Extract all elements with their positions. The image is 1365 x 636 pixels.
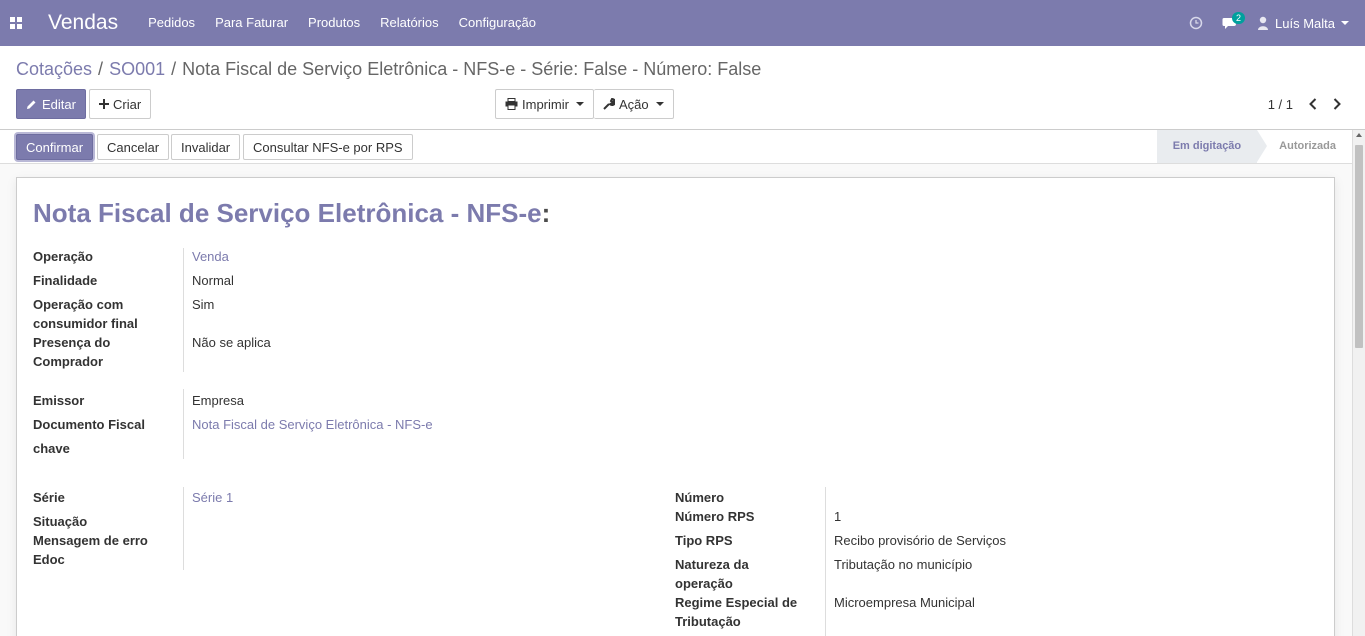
field-finalidade: Normal	[192, 273, 234, 288]
pager: 1 / 1	[1268, 89, 1349, 119]
label-consumidor-final-line1: Operação com	[33, 297, 124, 312]
chevron-down-icon	[1341, 21, 1349, 25]
menu-item-para-faturar[interactable]: Para Faturar	[205, 0, 298, 46]
label-operacao: Operação	[33, 249, 93, 264]
menu-item-pedidos[interactable]: Pedidos	[138, 0, 205, 46]
chevron-right-icon[interactable]	[1325, 89, 1349, 119]
user-icon	[1258, 16, 1269, 30]
pager-value[interactable]: 1 / 1	[1268, 97, 1293, 112]
field-tipo-rps: Recibo provisório de Serviços	[834, 533, 1006, 548]
group-divider	[183, 389, 184, 459]
edit-button-label: Editar	[42, 96, 76, 112]
statusbar: Em digitação Autorizada	[1156, 130, 1352, 163]
label-tipo-rps: Tipo RPS	[675, 533, 733, 548]
menu-item-produtos[interactable]: Produtos	[298, 0, 370, 46]
group-divider	[825, 487, 826, 636]
print-dropdown[interactable]: Imprimir	[495, 89, 594, 119]
label-presenca-line2: Comprador	[33, 354, 104, 369]
label-natureza-line1: Natureza da	[675, 557, 749, 572]
breadcrumb: Cotações / SO001/Nota Fiscal de Serviço El…	[16, 59, 761, 80]
app-name[interactable]: Vendas	[32, 11, 134, 35]
field-natureza-operacao: Tributação no município	[834, 557, 973, 572]
control-panel: Cotações / SO001/Nota Fiscal de Serviço El…	[0, 46, 1365, 130]
menu-item-configuracao[interactable]: Configuração	[449, 0, 546, 46]
chat-icon[interactable]: 2	[1213, 0, 1247, 46]
user-name: Luís Malta	[1275, 15, 1335, 31]
group-divider	[183, 248, 184, 372]
sidebar-actions: Imprimir Ação	[495, 89, 674, 119]
apps-icon[interactable]	[0, 0, 32, 46]
create-button[interactable]: Criar	[89, 89, 152, 119]
label-presenca-line1: Presença do	[33, 335, 111, 350]
label-numero: Número	[675, 490, 725, 505]
breadcrumb-current: Nota Fiscal de Serviço Eletrônica - NFS-…	[182, 59, 762, 79]
action-label: Ação	[618, 96, 649, 112]
field-emissor: Empresa	[192, 393, 245, 408]
invalidate-button[interactable]: Invalidar	[171, 134, 241, 160]
group-divider	[183, 487, 184, 570]
action-dropdown[interactable]: Ação	[593, 89, 674, 119]
breadcrumb-so001[interactable]: SO001	[109, 59, 165, 79]
breadcrumb-separator: /	[98, 59, 104, 79]
navbar-systray: 2 Luís Malta	[1179, 0, 1365, 46]
form-header: Confirmar Cancelar Invalidar Consultar N…	[0, 130, 1352, 164]
plus-icon	[99, 99, 109, 109]
form-sheet: Nota Fiscal de Serviço Eletrônica - NFS-…	[16, 177, 1335, 636]
label-regime-line1: Regime Especial de	[675, 595, 798, 610]
chevron-down-icon	[575, 102, 584, 106]
field-documento-fiscal[interactable]: Nota Fiscal de Serviço Eletrônica - NFS-…	[192, 415, 433, 434]
field-regime-especial: Microempresa Municipal	[834, 595, 975, 610]
label-finalidade: Finalidade	[33, 273, 98, 288]
stage-autorizada[interactable]: Autorizada	[1257, 130, 1352, 163]
messages-badge: 2	[1232, 12, 1246, 24]
label-emissor: Emissor	[33, 393, 85, 408]
label-consumidor-final-line2: consumidor final	[33, 316, 138, 331]
query-nfse-rps-button[interactable]: Consultar NFS-e por RPS	[243, 134, 413, 160]
scrollbar-thumb[interactable]	[1355, 145, 1363, 348]
stage-em-digitacao[interactable]: Em digitação	[1156, 130, 1268, 163]
title-suffix: :	[541, 198, 551, 228]
field-numero-rps: 1	[834, 509, 842, 524]
page-title: Nota Fiscal de Serviço Eletrônica - NFS-…	[33, 198, 550, 229]
field-serie[interactable]: Série 1	[192, 488, 233, 507]
create-button-label: Criar	[113, 96, 142, 112]
label-natureza-line2: operação	[675, 576, 733, 591]
breadcrumb-cotacoes[interactable]: Cotações	[16, 59, 92, 79]
menu-item-relatorios[interactable]: Relatórios	[370, 0, 449, 46]
edit-button[interactable]: Editar	[16, 89, 86, 119]
clock-icon[interactable]	[1179, 0, 1213, 46]
field-presenca: Não se aplica	[192, 335, 271, 350]
field-consumidor-final: Sim	[192, 297, 215, 312]
label-situacao: Situação	[33, 514, 88, 529]
label-serie: Série	[33, 490, 65, 505]
print-label: Imprimir	[522, 96, 569, 112]
print-icon	[505, 98, 518, 110]
field-operacao[interactable]: Venda	[192, 247, 229, 266]
chevron-left-icon[interactable]	[1301, 89, 1325, 119]
label-documento-fiscal: Documento Fiscal	[33, 417, 145, 432]
breadcrumb-separator: /	[171, 59, 177, 79]
label-numero-rps: Número RPS	[675, 509, 755, 524]
form-title: Nota Fiscal de Serviço Eletrônica - NFS-…	[33, 198, 542, 228]
main-menu: Pedidos Para Faturar Produtos Relatórios…	[138, 0, 546, 46]
label-chave: chave	[33, 441, 70, 456]
confirm-button[interactable]: Confirmar	[16, 134, 94, 160]
scrollbar[interactable]	[1352, 130, 1365, 636]
wrench-icon	[603, 98, 615, 110]
user-menu[interactable]: Luís Malta	[1247, 16, 1365, 31]
top-navbar: Vendas Pedidos Para Faturar Produtos Rel…	[0, 0, 1365, 46]
chevron-down-icon	[655, 102, 664, 106]
cancel-button[interactable]: Cancelar	[97, 134, 170, 160]
label-regime-line2: Tributação	[675, 614, 741, 629]
label-edoc: Edoc	[33, 552, 65, 567]
scroll-up-arrow-icon[interactable]	[1356, 133, 1362, 137]
pencil-icon	[27, 100, 36, 109]
label-mensagem-erro: Mensagem de erro	[33, 533, 148, 548]
